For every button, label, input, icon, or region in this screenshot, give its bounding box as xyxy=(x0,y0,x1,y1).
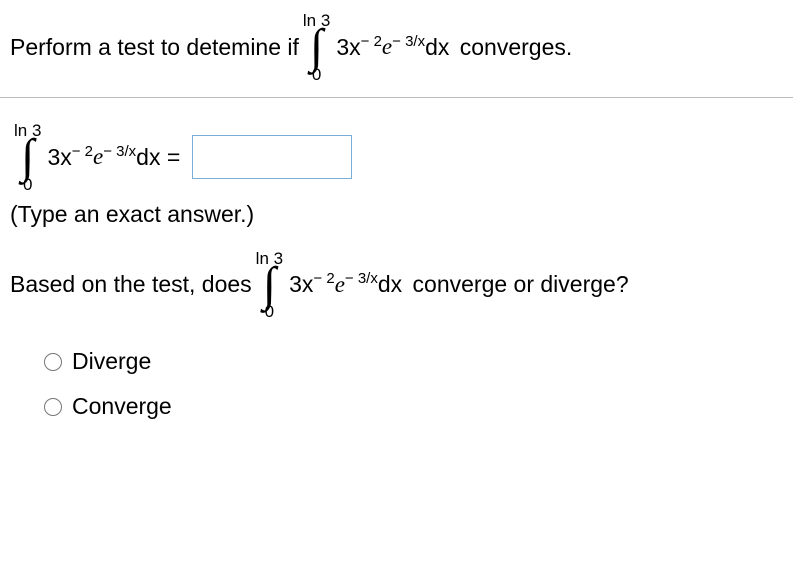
integral-icon: ∫ xyxy=(21,137,34,178)
option-converge[interactable]: Converge xyxy=(44,393,783,420)
prompt-prefix: Perform a test to detemine if xyxy=(10,34,299,61)
q2-suffix: converge or diverge? xyxy=(413,271,629,298)
integral-expression-1: ln 3 ∫ 0 3x− 2e− 3/xdx xyxy=(303,12,449,83)
integral-icon: ∫ xyxy=(310,27,323,68)
answer-hint: (Type an exact answer.) xyxy=(10,201,783,228)
integral-expression-2: ln 3 ∫ 0 3x− 2e− 3/xdx = xyxy=(14,122,180,193)
radio-options: Diverge Converge xyxy=(44,348,783,420)
answer-input[interactable] xyxy=(192,135,352,179)
integral-expression-3: ln 3 ∫ 0 3x− 2e− 3/xdx xyxy=(256,250,402,321)
option-diverge[interactable]: Diverge xyxy=(44,348,783,375)
question-prompt: Perform a test to detemine if ln 3 ∫ 0 3… xyxy=(10,12,783,83)
option-label-diverge: Diverge xyxy=(72,348,151,375)
radio-converge[interactable] xyxy=(44,398,62,416)
question-2: Based on the test, does ln 3 ∫ 0 3x− 2e−… xyxy=(10,250,783,321)
radio-diverge[interactable] xyxy=(44,353,62,371)
option-label-converge: Converge xyxy=(72,393,172,420)
integral-icon: ∫ xyxy=(263,265,276,306)
q2-prefix: Based on the test, does xyxy=(10,271,252,298)
prompt-suffix: converges. xyxy=(460,34,573,61)
